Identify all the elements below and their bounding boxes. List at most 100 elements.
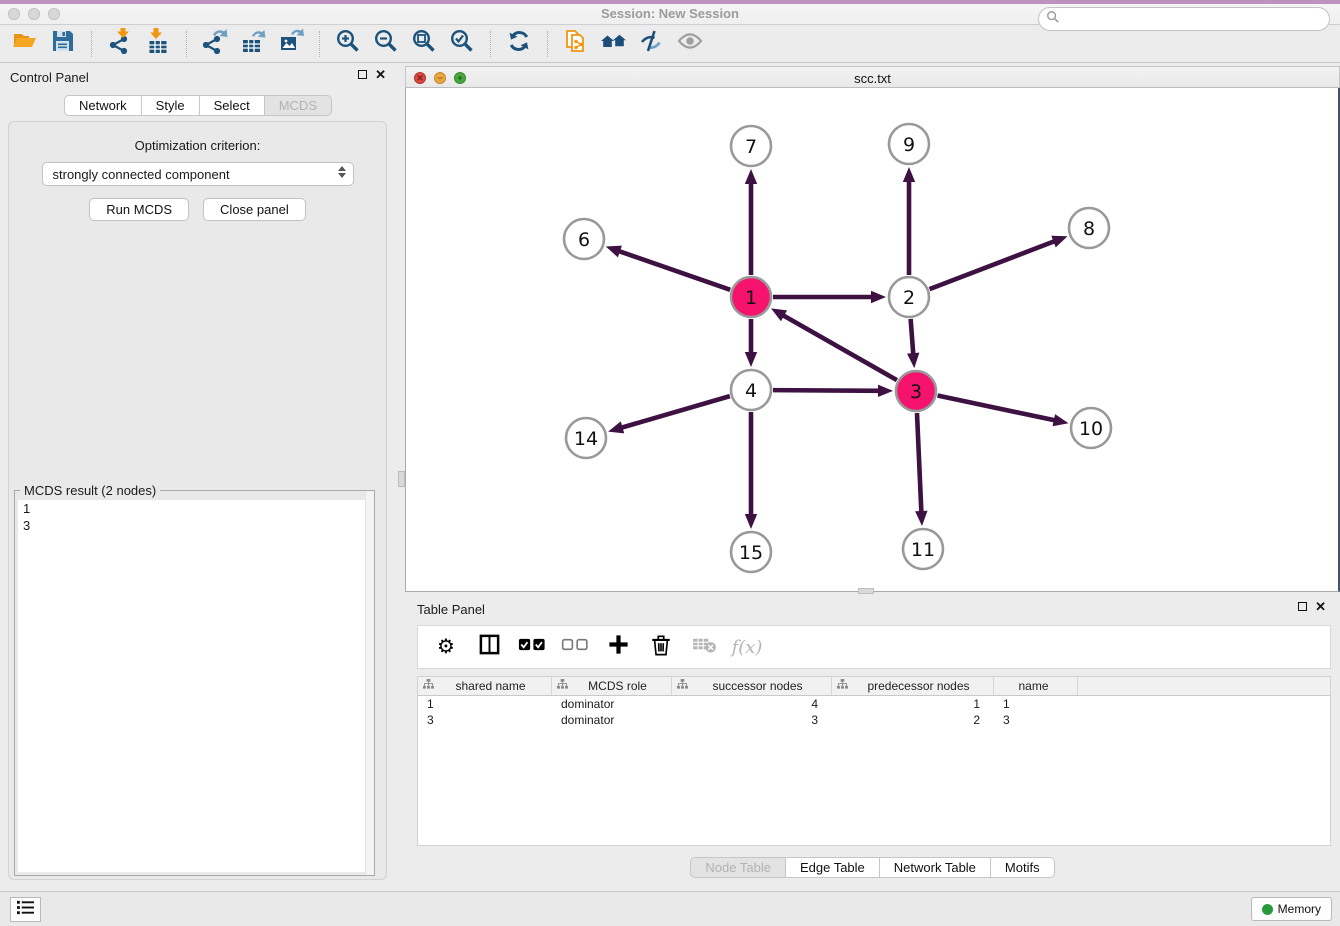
graph-edge-3-11[interactable] (917, 413, 921, 513)
column-header-name[interactable]: name (994, 677, 1078, 695)
export-table-button[interactable] (234, 28, 272, 60)
network-canvas[interactable]: 7968124314101511 (405, 88, 1340, 592)
export-network-button[interactable] (196, 28, 234, 60)
toolbar-separator (186, 31, 187, 57)
table-cell[interactable]: 3 (994, 712, 1078, 728)
duplicate-network-button[interactable] (557, 28, 595, 60)
zoom-fit-button[interactable] (405, 28, 443, 60)
column-header-MCDS-role[interactable]: MCDS role (552, 677, 672, 695)
table-cell[interactable]: 2 (832, 712, 994, 728)
graph-edge-arrow (871, 291, 886, 303)
open-file-button[interactable] (6, 28, 44, 60)
graph-edge-3-1[interactable] (782, 315, 897, 380)
table-cell[interactable]: 1 (832, 696, 994, 712)
show-columns-button[interactable] (475, 632, 503, 662)
run-mcds-button[interactable]: Run MCDS (89, 198, 189, 221)
table-cell[interactable]: dominator (552, 712, 672, 728)
vertical-splitter-handle[interactable] (398, 471, 405, 487)
mcds-result-title: MCDS result (2 nodes) (20, 483, 160, 498)
graph-node-label: 4 (745, 380, 757, 402)
table-panel-header: Table Panel ✕ (405, 595, 1340, 623)
graph-edge-arrow (1053, 414, 1069, 426)
open-file-icon (12, 28, 38, 59)
float-panel-icon[interactable] (358, 70, 367, 79)
criterion-dropdown[interactable]: strongly connected component (42, 162, 354, 186)
zoom-in-button[interactable] (329, 28, 367, 60)
network-graph[interactable]: 7968124314101511 (406, 88, 1337, 589)
zoom-out-button[interactable] (367, 28, 405, 60)
hide-graphics-details-button[interactable] (633, 28, 671, 60)
table-cell[interactable]: 4 (672, 696, 832, 712)
function-builder-button[interactable]: f(x) (733, 632, 761, 662)
table-row[interactable]: 1dominator411 (418, 696, 1330, 712)
float-table-panel-icon[interactable] (1298, 602, 1307, 611)
result-scrollbar[interactable] (365, 491, 374, 875)
node-table: shared nameMCDS rolesuccessor nodesprede… (417, 676, 1331, 846)
table-settings-button[interactable]: ⚙ (432, 632, 460, 662)
zoom-fit-icon (411, 28, 437, 59)
add-column-button[interactable] (604, 632, 632, 662)
select-all-columns-icon (518, 636, 546, 658)
mcds-result-area[interactable]: 13 (18, 500, 371, 872)
refresh-layout-button[interactable] (500, 28, 538, 60)
column-header-predecessor-nodes[interactable]: predecessor nodes (832, 677, 994, 695)
memory-status-icon (1262, 904, 1273, 915)
delete-columns-button[interactable] (647, 632, 675, 662)
task-history-button[interactable] (10, 897, 41, 922)
table-panel: Table Panel ✕ ⚙ f(x) shared nameMCDS role… (405, 595, 1340, 888)
graph-edge-4-14[interactable] (621, 396, 730, 428)
tab-select[interactable]: Select (200, 95, 265, 116)
graph-edge-arrow (915, 511, 927, 526)
horizontal-splitter-handle[interactable] (858, 588, 874, 594)
unselect-all-columns-icon (561, 636, 589, 658)
table-row[interactable]: 3dominator323 (418, 712, 1330, 728)
tab-style[interactable]: Style (142, 95, 200, 116)
flatten-hierarchy-icon (557, 679, 568, 693)
tab-motifs[interactable]: Motifs (991, 857, 1055, 878)
table-cell[interactable]: 3 (418, 712, 552, 728)
tab-network-table[interactable]: Network Table (880, 857, 991, 878)
delete-table-button[interactable] (690, 632, 718, 662)
home-button[interactable] (595, 28, 633, 60)
memory-button[interactable]: Memory (1251, 897, 1332, 921)
import-table-button[interactable] (139, 28, 177, 60)
table-cell[interactable]: dominator (552, 696, 672, 712)
table-cell[interactable]: 1 (418, 696, 552, 712)
toolbar-separator (490, 31, 491, 57)
optimization-criterion-label: Optimization criterion: (9, 138, 386, 153)
export-image-button[interactable] (272, 28, 310, 60)
column-header-successor-nodes[interactable]: successor nodes (672, 677, 832, 695)
tab-mcds[interactable]: MCDS (265, 95, 332, 116)
search-box[interactable] (1038, 7, 1330, 31)
toolbar-separator (91, 31, 92, 57)
table-tabs: Node TableEdge TableNetwork TableMotifs (405, 857, 1340, 878)
close-panel-button[interactable]: Close panel (203, 198, 306, 221)
import-network-button[interactable] (101, 28, 139, 60)
search-input[interactable] (1060, 10, 1329, 28)
column-header-shared-name[interactable]: shared name (418, 677, 552, 695)
table-cell[interactable]: 1 (994, 696, 1078, 712)
export-network-icon (202, 28, 228, 59)
graph-edge-1-6[interactable] (618, 251, 730, 290)
zoom-in-icon (335, 28, 361, 59)
graph-node-label: 2 (903, 287, 915, 309)
zoom-selected-button[interactable] (443, 28, 481, 60)
graph-edge-2-3[interactable] (911, 319, 914, 355)
graph-edge-2-8[interactable] (930, 241, 1056, 289)
graph-edge-3-10[interactable] (938, 396, 1056, 421)
export-image-icon (278, 28, 304, 59)
unselect-all-columns-button[interactable] (561, 632, 589, 662)
tab-edge-table[interactable]: Edge Table (786, 857, 880, 878)
table-cell[interactable]: 3 (672, 712, 832, 728)
mcds-result-group: MCDS result (2 nodes) 13 (14, 490, 375, 876)
table-toolbar: ⚙ f(x) (417, 625, 1331, 669)
tab-network[interactable]: Network (64, 95, 142, 116)
graph-edge-4-3[interactable] (773, 390, 880, 391)
tab-node-table[interactable]: Node Table (690, 857, 786, 878)
graph-edge-arrow (878, 385, 893, 397)
save-session-button[interactable] (44, 28, 82, 60)
show-graphics-details-button[interactable] (671, 28, 709, 60)
close-panel-icon[interactable]: ✕ (375, 70, 386, 79)
select-all-columns-button[interactable] (518, 632, 546, 662)
close-table-panel-icon[interactable]: ✕ (1315, 602, 1326, 611)
